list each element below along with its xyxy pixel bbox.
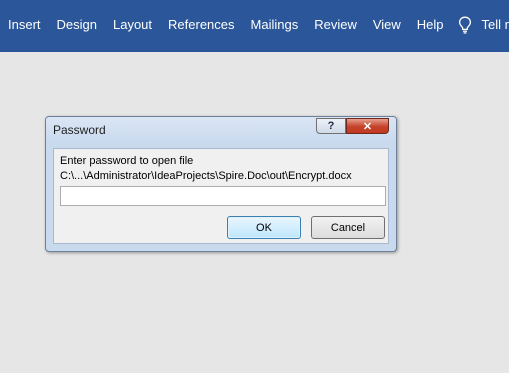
- file-path: C:\...\Administrator\IdeaProjects\Spire.…: [60, 170, 352, 182]
- close-icon: ✕: [362, 120, 373, 133]
- ribbon: Insert Design Layout References Mailings…: [0, 0, 509, 52]
- ribbon-tabs: Insert Design Layout References Mailings…: [0, 0, 509, 52]
- tab-help[interactable]: Help: [409, 17, 452, 33]
- tab-references[interactable]: References: [160, 17, 242, 33]
- ok-button[interactable]: OK: [227, 216, 301, 239]
- tab-mailings[interactable]: Mailings: [243, 17, 307, 33]
- dialog-title: Password: [53, 123, 106, 137]
- password-input[interactable]: [60, 186, 386, 206]
- tell-me-search[interactable]: Tell me: [458, 16, 509, 35]
- tab-insert[interactable]: Insert: [0, 17, 49, 33]
- help-icon: ?: [327, 120, 335, 132]
- tab-review[interactable]: Review: [306, 17, 365, 33]
- tell-me-label: Tell me: [481, 17, 509, 32]
- tab-design[interactable]: Design: [49, 17, 105, 33]
- tab-view[interactable]: View: [365, 17, 409, 33]
- dialog-body: Enter password to open file C:\...\Admin…: [53, 148, 389, 244]
- password-dialog: Password ? ✕ Enter password to open file…: [45, 116, 397, 252]
- password-prompt: Enter password to open file: [60, 155, 194, 167]
- lightbulb-icon: [458, 16, 471, 34]
- help-button[interactable]: ?: [316, 118, 346, 134]
- cancel-button[interactable]: Cancel: [311, 216, 385, 239]
- dialog-titlebar[interactable]: Password ? ✕: [46, 117, 396, 143]
- tab-layout[interactable]: Layout: [105, 17, 160, 33]
- close-button[interactable]: ✕: [346, 118, 389, 134]
